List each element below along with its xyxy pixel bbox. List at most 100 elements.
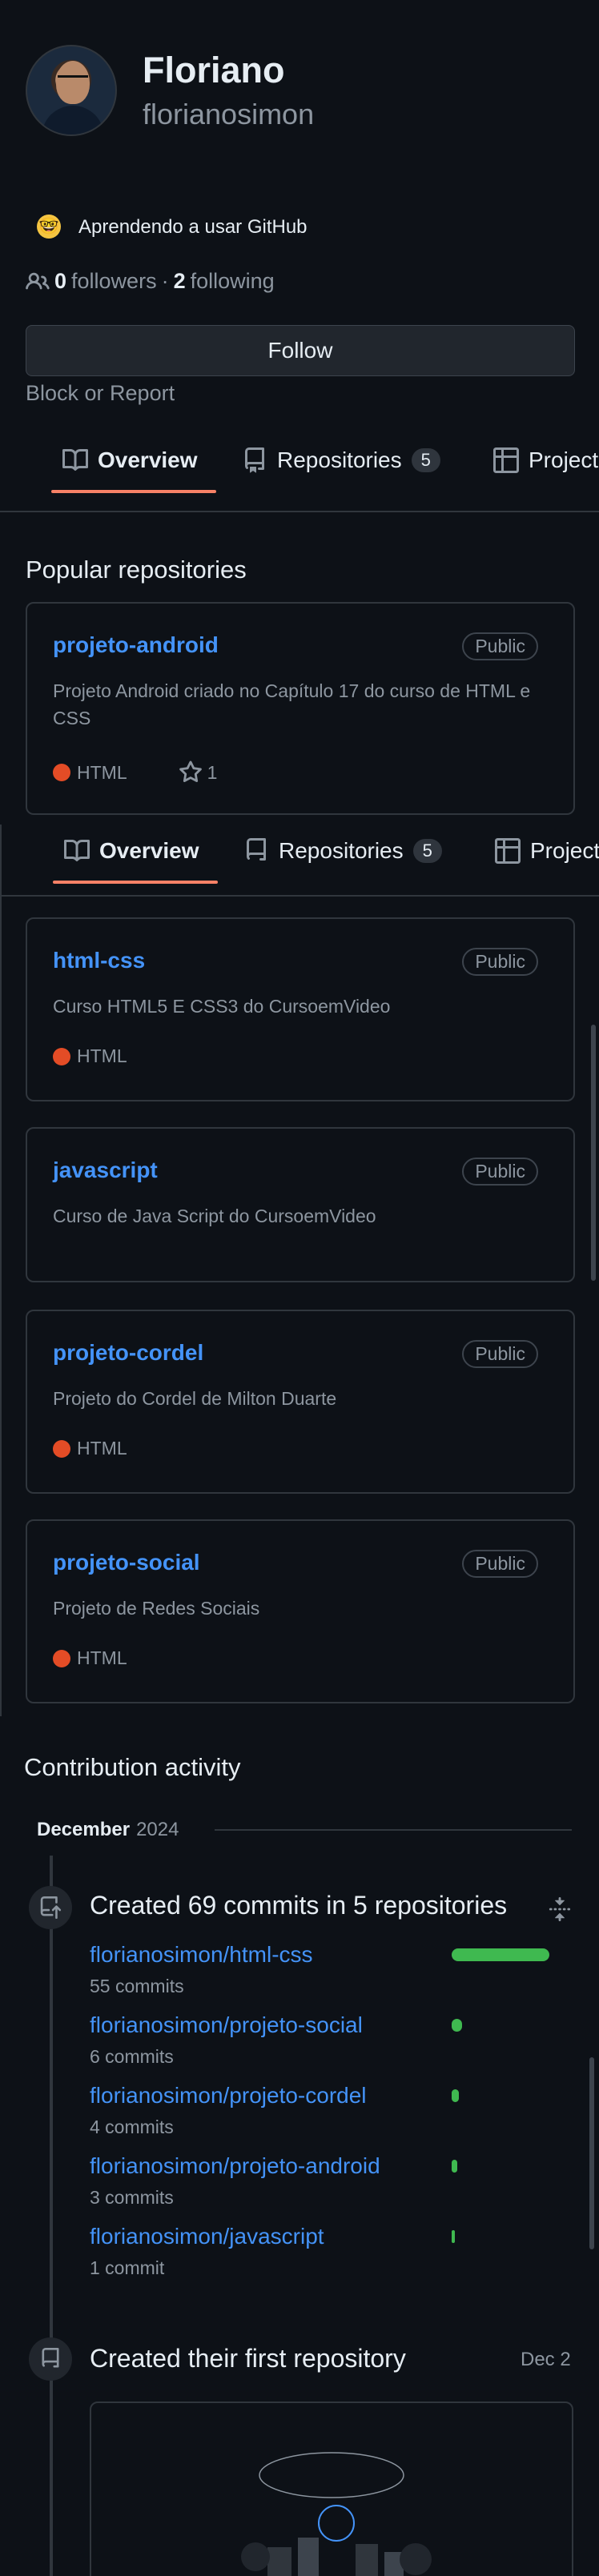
timeline-repo-badge	[29, 2337, 72, 2381]
profile-login: florianosimon	[143, 98, 315, 130]
commit-count-link[interactable]: 4 commits	[90, 2117, 174, 2138]
status-emoji-icon[interactable]: 🤓	[37, 215, 61, 239]
first-repo-title: Created their first repository	[90, 2344, 406, 2373]
followers-count[interactable]: 0	[54, 269, 66, 294]
visibility-badge: Public	[462, 1158, 538, 1186]
first-repo-date: Dec 2	[521, 2349, 571, 2370]
tab-projects[interactable]: Projects	[495, 815, 599, 887]
language-color-dot	[53, 1439, 70, 1458]
repositories-counter: 5	[412, 839, 442, 863]
timeline-commits-badge	[29, 1886, 72, 1929]
repo-description: Curso HTML5 E CSS3 do CursoemVideo	[53, 996, 391, 1017]
language-label: HTML	[77, 1438, 127, 1459]
tabs-divider	[0, 511, 599, 512]
year-label: 2024	[136, 1819, 179, 1840]
repo-card: projeto-social Public Projeto de Redes S…	[26, 1519, 575, 1703]
commit-bar	[452, 1948, 549, 1961]
follow-stats: 0 followers · 2 following	[26, 269, 275, 294]
repo-card: html-css Public Curso HTML5 E CSS3 do Cu…	[26, 917, 575, 1101]
repo-card: javascript Public Curso de Java Script d…	[26, 1127, 575, 1282]
profile-name: Floriano	[143, 50, 285, 90]
tab-repositories[interactable]: Repositories 5	[242, 424, 440, 496]
tab-overview[interactable]: Overview	[62, 424, 198, 496]
commit-count-link[interactable]: 1 commit	[90, 2257, 164, 2279]
repo-icon	[42, 2348, 59, 2368]
repo-language: HTML	[53, 1647, 127, 1669]
active-tab-underline	[51, 490, 216, 493]
commit-repo-link[interactable]: florianosimon/projeto-android	[90, 2153, 380, 2179]
following-count[interactable]: 2	[174, 269, 186, 294]
repo-description: Projeto de Redes Sociais	[53, 1598, 260, 1619]
tab-repositories-label: Repositories	[277, 447, 402, 472]
table-icon	[493, 447, 519, 473]
tab-projects[interactable]: Projects	[493, 424, 599, 496]
repo-icon	[247, 838, 266, 861]
status-text[interactable]: Aprendendo a usar GitHub	[78, 216, 308, 239]
commit-repo-link[interactable]: florianosimon/projeto-cordel	[90, 2083, 367, 2109]
scrollbar-thumb[interactable]	[589, 2057, 594, 2249]
star-icon	[179, 760, 202, 783]
repo-link[interactable]: projeto-cordel	[53, 1340, 203, 1366]
tabs-divider	[0, 895, 599, 897]
repo-description: Projeto Android criado no Capítulo 17 do…	[53, 680, 531, 728]
visibility-badge: Public	[462, 1340, 538, 1368]
people-icon	[26, 272, 50, 289]
language-color-dot	[53, 764, 70, 781]
fold-icon[interactable]	[548, 1897, 572, 1921]
commit-bar	[452, 2230, 455, 2243]
tab-repositories[interactable]: Repositories 5	[243, 815, 442, 887]
tab-overview-label: Overview	[99, 838, 199, 863]
language-label: HTML	[77, 1045, 127, 1066]
commit-repo-link[interactable]: florianosimon/javascript	[90, 2224, 324, 2249]
separator: ·	[161, 269, 169, 293]
commit-count-link[interactable]: 6 commits	[90, 2046, 174, 2068]
profile-tabs: Overview Repositories 5 Projects	[0, 424, 599, 496]
scrollbar-thumb[interactable]	[591, 1025, 596, 1281]
repo-card: projeto-cordel Public Projeto do Cordel …	[26, 1310, 575, 1494]
book-icon	[64, 839, 90, 861]
commit-bar	[452, 2089, 459, 2102]
month-label: December	[37, 1819, 131, 1840]
tab-overview-label: Overview	[98, 447, 198, 472]
stars-link[interactable]: 1	[179, 760, 217, 784]
repo-language: HTML	[53, 1045, 127, 1067]
repo-language: HTML	[53, 1438, 127, 1459]
commit-repo-link[interactable]: florianosimon/projeto-social	[90, 2012, 363, 2038]
commits-summary-title: Created 69 commits in 5 repositories	[90, 1891, 508, 1920]
commit-repo-link[interactable]: florianosimon/html-css	[90, 1942, 313, 1968]
language-color-dot	[53, 1047, 70, 1065]
tab-projects-label: Projects	[530, 838, 599, 863]
month-heading: December 2024	[37, 1819, 179, 1841]
active-tab-underline	[53, 881, 218, 884]
first-repo-card	[90, 2401, 573, 2576]
tab-overview[interactable]: Overview	[64, 815, 199, 887]
following-link[interactable]: following	[191, 269, 275, 294]
language-label: HTML	[77, 1647, 127, 1668]
follow-button[interactable]: Follow	[26, 325, 575, 376]
popular-repos-title: Popular repositories	[26, 556, 247, 584]
tab-projects-label: Projects	[529, 447, 599, 472]
repo-language: HTML 1	[53, 760, 217, 784]
repo-icon	[245, 447, 264, 473]
repo-description: Projeto do Cordel de Milton Duarte	[53, 1388, 337, 1409]
profile-tabs-sticky: Overview Repositories 5 Projects	[0, 815, 599, 887]
repo-link[interactable]: html-css	[53, 948, 145, 973]
book-icon	[62, 448, 88, 471]
repo-description: Curso de Java Script do CursoemVideo	[53, 1206, 376, 1226]
repo-link[interactable]: projeto-social	[53, 1550, 200, 1575]
commit-bar	[452, 2160, 457, 2173]
table-icon	[495, 838, 521, 864]
commit-count-link[interactable]: 3 commits	[90, 2187, 174, 2209]
repo-link[interactable]: projeto-android	[53, 632, 219, 658]
language-color-dot	[53, 1649, 70, 1667]
language-label: HTML	[77, 761, 127, 783]
visibility-badge: Public	[462, 948, 538, 976]
commit-count-link[interactable]: 55 commits	[90, 1976, 184, 1997]
followers-link[interactable]: followers	[71, 269, 157, 294]
block-report-link[interactable]: Block or Report	[26, 381, 175, 406]
panel-edge	[0, 825, 2, 1716]
month-divider	[215, 1829, 572, 1831]
repo-link[interactable]: javascript	[53, 1158, 158, 1183]
avatar[interactable]	[26, 45, 117, 136]
timeline-line	[50, 1856, 53, 2576]
